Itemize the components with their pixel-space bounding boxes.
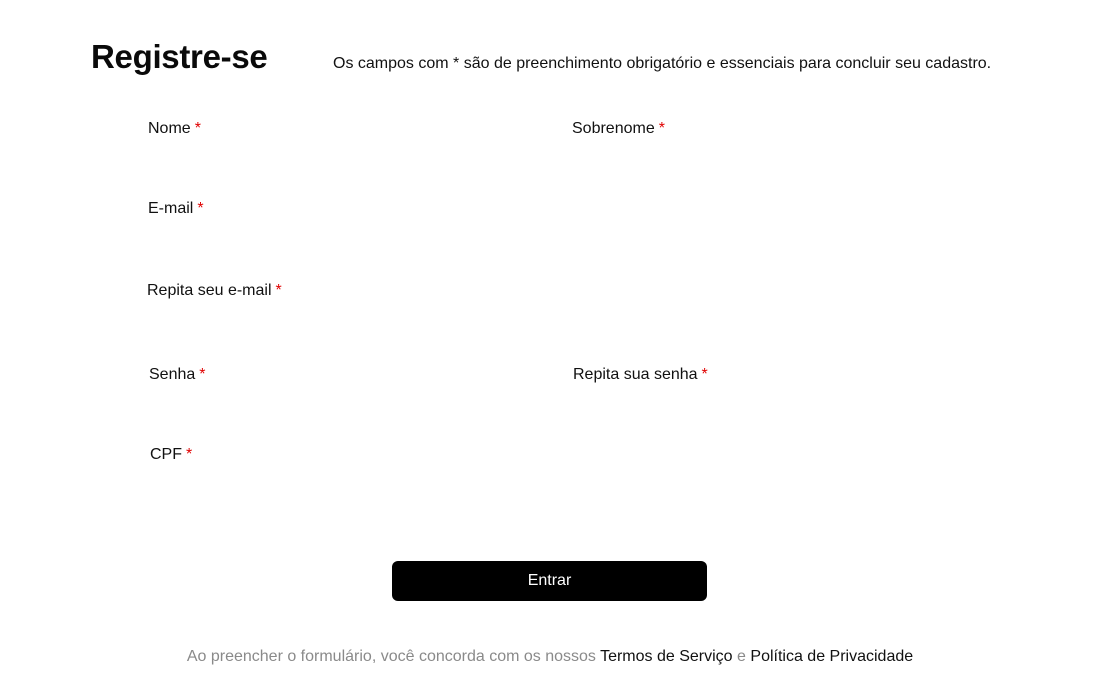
email-confirm-field: Repita seu e-mail * xyxy=(147,282,947,336)
senha-confirm-field: Repita sua senha * xyxy=(573,366,953,420)
required-fields-notice: Os campos com * são de preenchimento obr… xyxy=(333,55,992,72)
senha-confirm-input[interactable] xyxy=(573,392,953,420)
senha-input[interactable] xyxy=(149,392,529,420)
nome-input[interactable] xyxy=(148,146,528,174)
nome-field: Nome * xyxy=(148,120,528,174)
senha-field: Senha * xyxy=(149,366,529,420)
cpf-input[interactable] xyxy=(150,472,530,500)
required-mark: * xyxy=(275,282,282,299)
page-title: Registre-se xyxy=(91,38,268,75)
sobrenome-input[interactable] xyxy=(572,146,952,174)
legal-text: Ao preencher o formulário, você concorda… xyxy=(186,648,596,665)
legal-conjunction: e xyxy=(737,648,746,665)
sobrenome-label: Sobrenome xyxy=(572,120,655,137)
senha-label: Senha xyxy=(149,366,196,383)
email-input[interactable] xyxy=(148,226,948,254)
cpf-label: CPF xyxy=(150,446,182,463)
terms-of-service-link[interactable]: Termos de Serviço xyxy=(600,648,733,665)
senha-confirm-label: Repita sua senha xyxy=(573,366,698,383)
required-mark: * xyxy=(658,120,665,137)
required-mark: * xyxy=(186,446,193,463)
nome-label: Nome xyxy=(148,120,191,137)
required-mark: * xyxy=(194,120,201,137)
email-confirm-label: Repita seu e-mail xyxy=(147,282,272,299)
cpf-field: CPF * xyxy=(150,446,530,500)
sobrenome-field: Sobrenome * xyxy=(572,120,952,174)
privacy-policy-link[interactable]: Política de Privacidade xyxy=(750,648,913,665)
required-mark: * xyxy=(701,366,708,383)
required-mark: * xyxy=(197,200,204,217)
required-mark: * xyxy=(199,366,206,383)
submit-button[interactable]: Entrar xyxy=(392,561,707,601)
email-confirm-input[interactable] xyxy=(147,308,947,336)
legal-notice: Ao preencher o formulário, você concorda… xyxy=(0,648,1100,666)
registration-page: Registre-se Os campos com * são de preen… xyxy=(0,0,1100,690)
email-label: E-mail xyxy=(148,200,194,217)
email-field: E-mail * xyxy=(148,200,948,254)
